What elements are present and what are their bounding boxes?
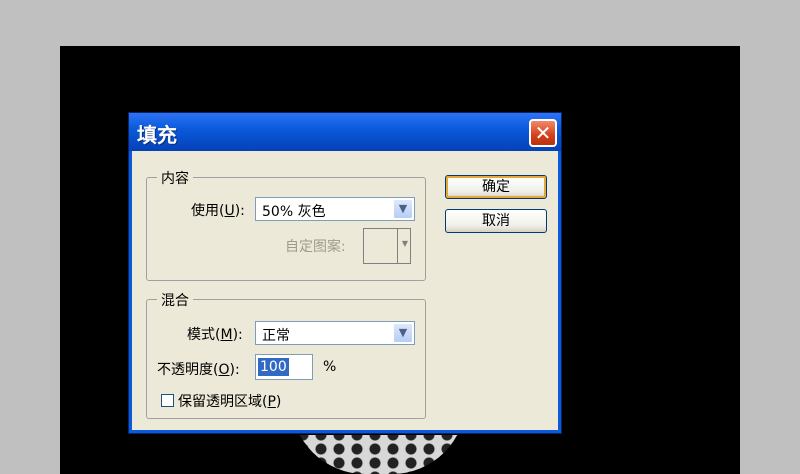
use-select-value: 50% 灰色 [262,204,326,220]
custom-pattern-label: 自定图案: [285,239,346,255]
contents-group: 内容 使用(U): 50% 灰色 ▼ 自定图案: ▼ [146,168,426,281]
blending-group: 混合 模式(M): 正常 ▼ 不透明度(O): 100 % 保留透明区域(P) [146,290,426,419]
opacity-value: 100 [258,358,289,376]
use-label: 使用(U): [191,203,245,219]
blending-legend: 混合 [157,290,193,310]
chevron-down-icon: ▼ [401,239,408,248]
close-icon: ✕ [534,121,552,145]
mode-label: 模式(M): [187,327,243,343]
preserve-transparency-checkbox[interactable] [161,394,174,407]
chevron-down-icon[interactable]: ▼ [393,199,413,219]
chevron-down-icon[interactable]: ▼ [393,323,413,343]
mode-select-value: 正常 [262,328,290,344]
opacity-label: 不透明度(O): [157,362,240,378]
ok-button[interactable]: 确定 [445,175,547,199]
use-select[interactable]: 50% 灰色 ▼ [255,197,415,221]
preserve-transparency-label[interactable]: 保留透明区域(P) [178,391,281,411]
pattern-swatch [364,229,398,263]
fill-dialog: 填充 ✕ 内容 使用(U): 50% 灰色 ▼ 自定图案: ▼ 混合 模式(M)… [128,112,562,434]
dialog-titlebar[interactable]: 填充 ✕ [129,113,561,151]
custom-pattern-picker: ▼ [363,228,411,264]
cancel-button[interactable]: 取消 [445,209,547,233]
opacity-unit: % [323,359,337,375]
close-button[interactable]: ✕ [529,119,557,147]
mode-select[interactable]: 正常 ▼ [255,321,415,345]
dialog-body: 内容 使用(U): 50% 灰色 ▼ 自定图案: ▼ 混合 模式(M): 正常 … [129,151,561,433]
dialog-title: 填充 [137,123,177,147]
contents-legend: 内容 [157,168,193,188]
opacity-input[interactable]: 100 [255,354,313,380]
